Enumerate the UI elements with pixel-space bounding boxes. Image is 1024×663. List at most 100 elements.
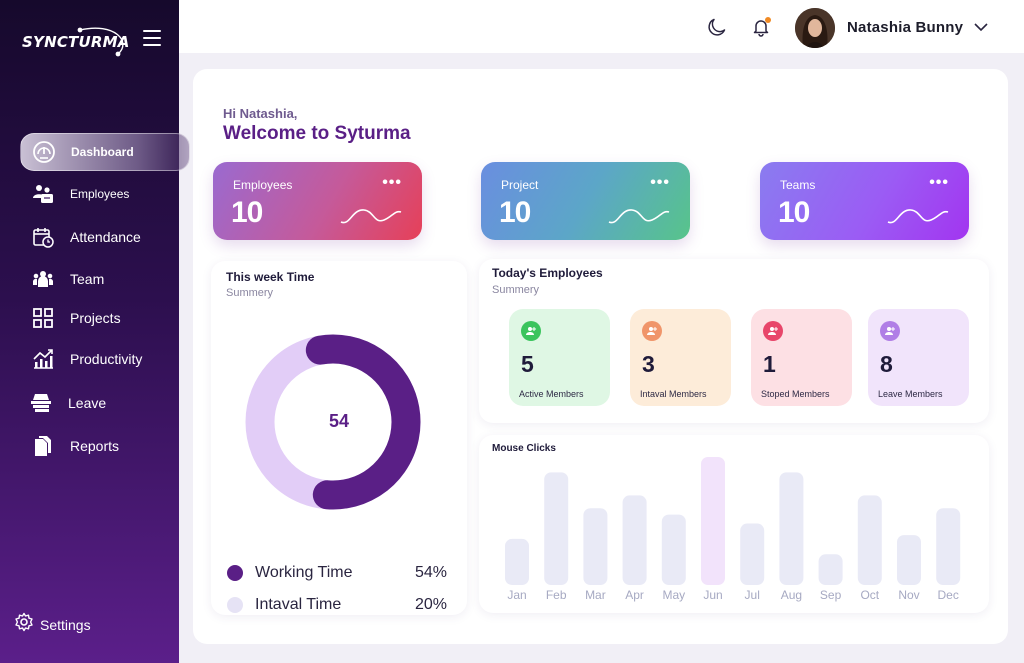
notification-dot xyxy=(765,17,771,23)
sidebar-item-attendance[interactable]: Attendance xyxy=(20,218,141,256)
user-plus-icon xyxy=(880,321,900,341)
legend-interval-time: Intaval Time 20% xyxy=(227,596,447,614)
stat-card-title: Teams xyxy=(780,178,816,192)
legend-label: Working Time xyxy=(255,564,353,581)
moon-icon[interactable] xyxy=(707,17,727,37)
x-tick-label: Jul xyxy=(745,588,760,602)
team-icon xyxy=(30,266,56,292)
wave-icon xyxy=(887,209,949,224)
x-tick-label: Nov xyxy=(898,588,919,602)
panel-subtitle: Summery xyxy=(226,287,274,299)
member-label: Stoped Members xyxy=(761,389,830,399)
mouse-clicks-chart: Jan Feb Mar Apr May Jun Jul Aug Sep Oct Nov Dec xyxy=(505,457,961,602)
sidebar-item-leave[interactable]: Leave xyxy=(20,384,106,422)
more-options-icon[interactable]: ••• xyxy=(929,174,949,192)
stat-card-title: Employees xyxy=(233,178,293,192)
sidebar-item-productivity[interactable]: Productivity xyxy=(20,340,142,378)
user-plus-icon xyxy=(521,321,541,341)
today-employees-panel: Today's Employees Summery 5 Active Membe… xyxy=(479,259,989,423)
leave-members-card[interactable]: 8 Leave Members xyxy=(868,309,969,406)
bar-feb[interactable] xyxy=(544,472,569,585)
stat-card-title: Project xyxy=(501,178,539,192)
more-options-icon[interactable]: ••• xyxy=(650,174,670,192)
x-tick-label: Apr xyxy=(625,588,644,602)
legend-value: 54% xyxy=(414,564,447,581)
stat-card-teams[interactable]: Teams 10 ••• xyxy=(760,162,969,240)
sidebar-item-projects[interactable]: Projects xyxy=(20,299,121,337)
sidebar-item-employees[interactable]: Employees xyxy=(20,175,129,213)
topbar: Natashia Bunny xyxy=(179,0,1024,53)
panel-title: This week Time xyxy=(226,270,315,284)
member-label: Leave Members xyxy=(878,389,943,399)
wave-icon xyxy=(340,209,402,224)
x-tick-label: Aug xyxy=(781,588,802,602)
avatar[interactable] xyxy=(795,8,835,48)
legend-dot xyxy=(227,565,243,581)
x-tick-label: May xyxy=(662,588,685,602)
bar-sep[interactable] xyxy=(818,554,843,585)
more-options-icon[interactable]: ••• xyxy=(382,174,402,192)
bar-aug[interactable] xyxy=(779,472,804,585)
bar-jul[interactable] xyxy=(740,523,765,585)
sidebar-item-label: Team xyxy=(70,271,105,287)
chart-up-icon xyxy=(30,346,56,372)
x-tick-label: Sep xyxy=(820,588,842,602)
active-members-card[interactable]: 5 Active Members xyxy=(509,309,610,406)
users-icon xyxy=(30,181,56,207)
sidebar-item-label: Employees xyxy=(70,187,130,201)
logo-text: SYNCTURMA xyxy=(22,33,130,51)
bar-jan[interactable] xyxy=(505,538,529,585)
user-plus-icon xyxy=(642,321,662,341)
sidebar-item-label: Attendance xyxy=(70,229,141,245)
x-tick-label: Dec xyxy=(938,588,959,602)
sidebar-item-dashboard[interactable]: Dashboard xyxy=(20,133,190,171)
legend-working-time: Working Time 54% xyxy=(227,564,447,582)
bar-jun[interactable] xyxy=(701,457,725,585)
member-label: Active Members xyxy=(519,389,584,399)
stat-card-project[interactable]: Project 10 ••• xyxy=(481,162,690,240)
settings-button[interactable]: Settings xyxy=(14,612,91,637)
week-time-panel: This week Time Summery 54 Working Time 5… xyxy=(211,261,467,615)
bar-dec[interactable] xyxy=(936,508,961,585)
panel-subtitle: Summery xyxy=(492,284,540,296)
logo[interactable]: SYNCTURMA xyxy=(20,24,130,60)
gear-icon xyxy=(14,612,34,637)
calendar-icon xyxy=(30,224,56,250)
member-count: 3 xyxy=(642,351,655,377)
legend-dot xyxy=(227,597,243,613)
stat-card-value: 10 xyxy=(231,196,263,229)
legend-value: 20% xyxy=(414,596,447,613)
legend-label: Intaval Time xyxy=(255,596,342,613)
sidebar-item-label: Reports xyxy=(70,438,120,454)
sidebar-item-label: Projects xyxy=(70,310,121,326)
sidebar: SYNCTURMA Dashboard Employees Attendance xyxy=(0,0,190,663)
bar-mar[interactable] xyxy=(583,508,608,585)
sidebar-item-reports[interactable]: Reports xyxy=(20,427,119,465)
sidebar-item-team[interactable]: Team xyxy=(20,260,104,298)
x-tick-label: Oct xyxy=(860,588,879,602)
user-name[interactable]: Natashia Bunny xyxy=(847,19,963,36)
member-count: 1 xyxy=(763,351,776,377)
bar-oct[interactable] xyxy=(857,495,882,585)
settings-label: Settings xyxy=(40,616,91,633)
gauge-icon xyxy=(31,139,57,165)
member-count: 5 xyxy=(521,351,534,377)
member-label: Intaval Members xyxy=(640,389,707,399)
greeting-small: Hi Natashia, xyxy=(223,106,298,121)
wave-icon xyxy=(608,209,670,224)
sidebar-item-label: Leave xyxy=(68,395,107,411)
sidebar-item-label: Productivity xyxy=(70,351,143,367)
hamburger-menu-button[interactable] xyxy=(143,30,161,46)
x-tick-label: Feb xyxy=(546,588,567,602)
bar-apr[interactable] xyxy=(622,495,647,585)
bar-nov[interactable] xyxy=(897,535,921,585)
page-title: Welcome to Syturma xyxy=(223,123,411,144)
stat-card-employees[interactable]: Employees 10 ••• xyxy=(213,162,422,240)
bell-icon[interactable] xyxy=(751,17,771,37)
chevron-down-icon[interactable] xyxy=(973,20,989,34)
stopped-members-card[interactable]: 1 Stoped Members xyxy=(751,309,852,406)
interval-members-card[interactable]: 3 Intaval Members xyxy=(630,309,731,406)
bar-may[interactable] xyxy=(661,514,686,585)
leave-icon xyxy=(28,390,54,416)
grid-icon xyxy=(30,305,56,331)
